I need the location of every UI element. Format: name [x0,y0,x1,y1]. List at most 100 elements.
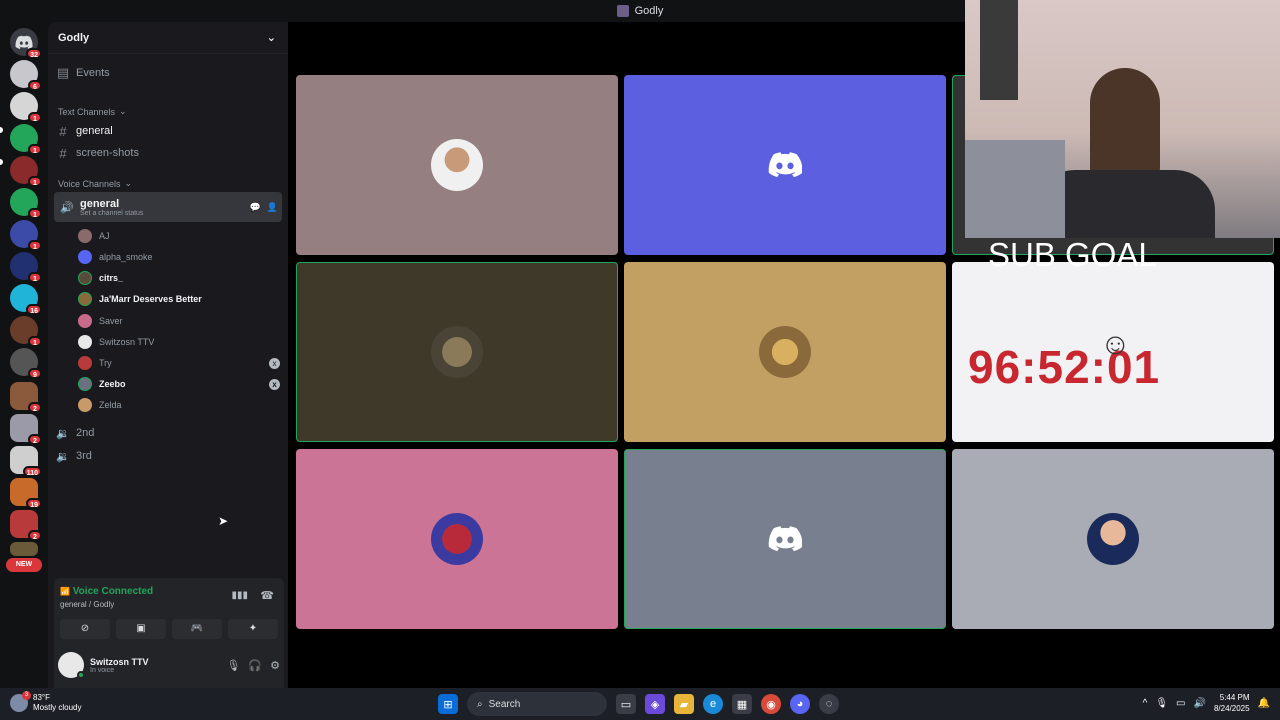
avatar [1087,513,1139,565]
avatar [759,326,811,378]
calendar-icon: ▤ [56,65,70,80]
member-item[interactable]: alpha_smoke [78,247,280,267]
microphone-icon[interactable]: 🎙 [1155,698,1168,709]
text-category[interactable]: Text Channels ⌄ [58,106,282,117]
server-icon-11[interactable]: 2 [10,382,42,413]
participant-tile[interactable] [624,75,946,255]
participant-tile[interactable] [624,449,946,629]
unread-pill [0,159,3,165]
badge-count: 32 [26,48,42,59]
camera-off-button[interactable]: ⊘ [60,619,110,639]
member-item[interactable]: citrs_ [78,268,280,288]
weather-widget[interactable]: 3 83°F Mostly cloudy [10,691,82,713]
server-icon-2[interactable]: 1 [10,92,42,123]
voice-channel-general[interactable]: 🔊 general Set a channel status 💬 👤 [54,192,282,222]
gear-icon[interactable]: ⚙ [270,659,280,672]
microphone-icon[interactable]: 🎙 [226,659,240,672]
search-box[interactable]: ⌕ Search [467,692,607,716]
xbox-icon: x [269,357,280,369]
discord-icon [768,152,802,178]
voice-channel-3rd[interactable]: 🔉 3rd [54,447,282,465]
windows-taskbar: 3 83°F Mostly cloudy ⊞ ⌕ Search ▭ ◈ ▰ e … [0,688,1280,720]
chrome-icon[interactable]: ◉ [761,694,781,714]
wall-poster [980,0,1018,100]
store-icon[interactable]: ▦ [732,694,752,714]
voice-category[interactable]: Voice Channels ⌄ [58,178,282,189]
server-icon-9[interactable]: 1 [10,316,42,347]
server-icon-3[interactable]: 1 [10,124,42,155]
member-item[interactable]: Try x [78,353,280,373]
soundboard-button[interactable]: ✦ [228,619,278,639]
online-status-icon [77,671,85,679]
discord-icon [768,526,802,552]
channel-screen-shots[interactable]: # screen-shots [54,144,282,162]
participant-tile[interactable] [296,75,618,255]
server-icon-4[interactable]: 1 [10,156,42,187]
avatar [78,292,92,306]
member-name: Saver [99,316,123,326]
activities-button[interactable]: 🎮 [172,619,222,639]
server-icon-15[interactable]: 2 [10,510,42,541]
server-icon-12[interactable]: 2 [10,414,42,445]
direct-messages-button[interactable]: 32 [10,28,42,59]
soundboard-icon[interactable]: ▮▮▮ [231,590,248,601]
server-icon-8[interactable]: 16 [10,284,42,315]
avatar[interactable] [58,652,85,679]
server-icon-7[interactable]: 1 [10,252,42,283]
server-icon-16[interactable] [10,542,38,556]
weather-condition: Mostly cloudy [33,703,82,712]
voice-status-label: Voice Connected [72,586,154,597]
events-item[interactable]: ▤ Events [54,64,282,82]
avatar [78,250,92,264]
participant-tile[interactable] [296,449,618,629]
badge-count: 2 [28,530,42,541]
server-header[interactable]: Godly ⌄ [48,22,288,54]
window-title: Godly [634,5,664,17]
participant-tile[interactable] [952,449,1274,629]
server-icon-6[interactable]: 1 [10,220,42,251]
participant-tile[interactable] [624,262,946,442]
member-item[interactable]: Switzosn TTV [78,332,280,352]
member-name: Zelda [99,400,122,410]
member-name: citrs_ [99,273,124,283]
system-tray: ^ 🎙 ▭ 🔊 5:44 PM 8/24/2025 🔔 [1143,692,1270,714]
member-item[interactable]: Zeebo x [78,374,280,394]
badge-count: 1 [28,176,42,187]
channel-general[interactable]: # general [54,122,282,140]
display-icon[interactable]: ▭ [1176,698,1185,709]
chat-icon[interactable]: 💬 [250,202,261,213]
disconnect-icon[interactable]: ☎ [260,589,274,602]
badge-count: 2 [28,434,42,445]
notification-bell-icon[interactable]: 🔔 [1258,698,1270,709]
file-explorer-icon[interactable]: ▰ [674,694,694,714]
avatar [431,326,483,378]
screen-share-button[interactable]: ▣ [116,619,166,639]
voice-location[interactable]: general / Godly [60,600,114,609]
server-icon-13[interactable]: 110 [10,446,42,477]
server-icon-10[interactable]: 9 [10,348,42,379]
clock[interactable]: 5:44 PM 8/24/2025 [1214,692,1250,714]
volume-icon[interactable]: 🔊 [1194,698,1206,709]
member-item[interactable]: AJ [78,226,280,246]
copilot-icon[interactable]: ◈ [645,694,665,714]
server-name: Godly [58,31,90,44]
participant-tile[interactable] [296,262,618,442]
app-icon[interactable]: ◌ [819,694,839,714]
badge-count: 1 [28,240,42,251]
server-icon-5[interactable]: 1 [10,188,42,219]
edge-icon[interactable]: e [703,694,723,714]
headphones-icon[interactable]: 🎧 [248,659,262,672]
discord-taskbar-icon[interactable]: ◕ [790,694,810,714]
chevron-up-icon[interactable]: ^ [1143,698,1148,709]
invite-icon[interactable]: 👤 [267,202,278,213]
channel-status-input[interactable]: Set a channel status [80,210,143,217]
start-button[interactable]: ⊞ [438,694,458,714]
avatar [78,229,92,243]
server-icon-1[interactable]: 6 [10,60,42,91]
member-item[interactable]: Zelda [78,395,280,415]
voice-channel-2nd[interactable]: 🔉 2nd [54,424,282,442]
server-icon-14[interactable]: 19 [10,478,42,509]
task-view-icon[interactable]: ▭ [616,694,636,714]
member-item[interactable]: Saver [78,311,280,331]
member-item[interactable]: Ja'Marr Deserves Better [78,289,280,309]
